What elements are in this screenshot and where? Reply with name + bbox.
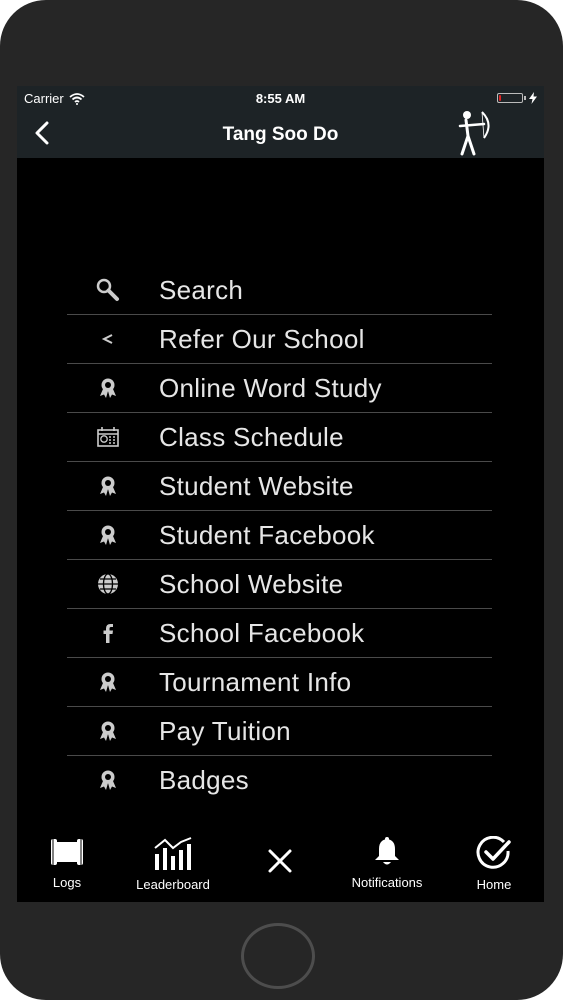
share-icon xyxy=(95,326,121,352)
menu-item-refer-our-school[interactable]: Refer Our School xyxy=(67,315,492,364)
status-time: 8:55 AM xyxy=(255,91,306,106)
tab-leaderboard[interactable]: Leaderboard xyxy=(125,836,221,892)
menu-item-label: Refer Our School xyxy=(159,323,365,354)
menu-item-online-word-study[interactable]: Online Word Study xyxy=(67,364,492,413)
app-screen: Carrier 8:55 AM Tang Soo Do Search Refer… xyxy=(17,86,544,902)
menu-item-label: Tournament Info xyxy=(159,666,352,697)
menu-item-label: Student Website xyxy=(159,470,354,501)
menu-item-label: School Facebook xyxy=(159,617,365,648)
scroll-icon xyxy=(51,839,83,865)
menu-item-pay-tuition[interactable]: Pay Tuition xyxy=(67,707,492,756)
close-icon xyxy=(268,849,292,873)
award-icon xyxy=(95,767,121,793)
menu-item-label: Online Word Study xyxy=(159,372,382,403)
leaderboard-icon xyxy=(154,837,192,870)
battery-fill xyxy=(499,95,501,101)
battery-indicator xyxy=(497,92,537,104)
menu-item-label: Student Facebook xyxy=(159,519,375,550)
tab-label: Leaderboard xyxy=(136,877,210,892)
menu-item-class-schedule[interactable]: Class Schedule xyxy=(67,413,492,462)
battery-icon xyxy=(497,93,523,103)
award-icon xyxy=(95,375,121,401)
award-icon xyxy=(95,473,121,499)
menu-item-label: Pay Tuition xyxy=(159,715,291,746)
menu-item-tournament-info[interactable]: Tournament Info xyxy=(67,658,492,707)
menu-item-school-facebook[interactable]: School Facebook xyxy=(67,609,492,658)
close-menu-button[interactable] xyxy=(265,848,295,879)
menu-item-label: Search xyxy=(159,274,244,305)
search-icon xyxy=(95,277,121,303)
menu-item-label: School Website xyxy=(159,568,344,599)
menu-item-student-website[interactable]: Student Website xyxy=(67,462,492,511)
bell-icon xyxy=(375,837,399,865)
menu-item-student-facebook[interactable]: Student Facebook xyxy=(67,511,492,560)
tab-bar: Logs Leaderboard Notifications Home xyxy=(17,826,544,902)
menu-item-badges[interactable]: Badges xyxy=(67,756,492,804)
menu-item-label: Class Schedule xyxy=(159,421,344,452)
top-bar: Carrier 8:55 AM Tang Soo Do xyxy=(17,86,544,158)
phone-frame: Carrier 8:55 AM Tang Soo Do Search Refer… xyxy=(0,0,563,1000)
check-circle-icon xyxy=(476,835,511,869)
menu-item-school-website[interactable]: School Website xyxy=(67,560,492,609)
battery-tip xyxy=(524,96,526,100)
award-icon xyxy=(95,522,121,548)
tab-logs[interactable]: Logs xyxy=(37,836,97,890)
tab-label: Notifications xyxy=(351,875,423,890)
main-menu: Search Refer Our School Online Word Stud… xyxy=(67,266,492,804)
tab-label: Logs xyxy=(52,875,82,890)
facebook-icon xyxy=(95,620,121,646)
device-home-button[interactable] xyxy=(241,923,315,989)
archer-icon xyxy=(458,111,490,156)
calendar-icon xyxy=(95,424,121,450)
globe-icon xyxy=(95,571,121,597)
tab-label: Home xyxy=(476,877,512,892)
charging-bolt-icon xyxy=(529,92,537,104)
navigation-bar: Tang Soo Do xyxy=(17,111,544,158)
menu-item-search[interactable]: Search xyxy=(67,266,492,315)
tab-notifications[interactable]: Notifications xyxy=(339,836,435,890)
menu-item-label: Badges xyxy=(159,764,249,795)
award-icon xyxy=(95,718,121,744)
award-icon xyxy=(95,669,121,695)
tab-home[interactable]: Home xyxy=(467,835,521,892)
